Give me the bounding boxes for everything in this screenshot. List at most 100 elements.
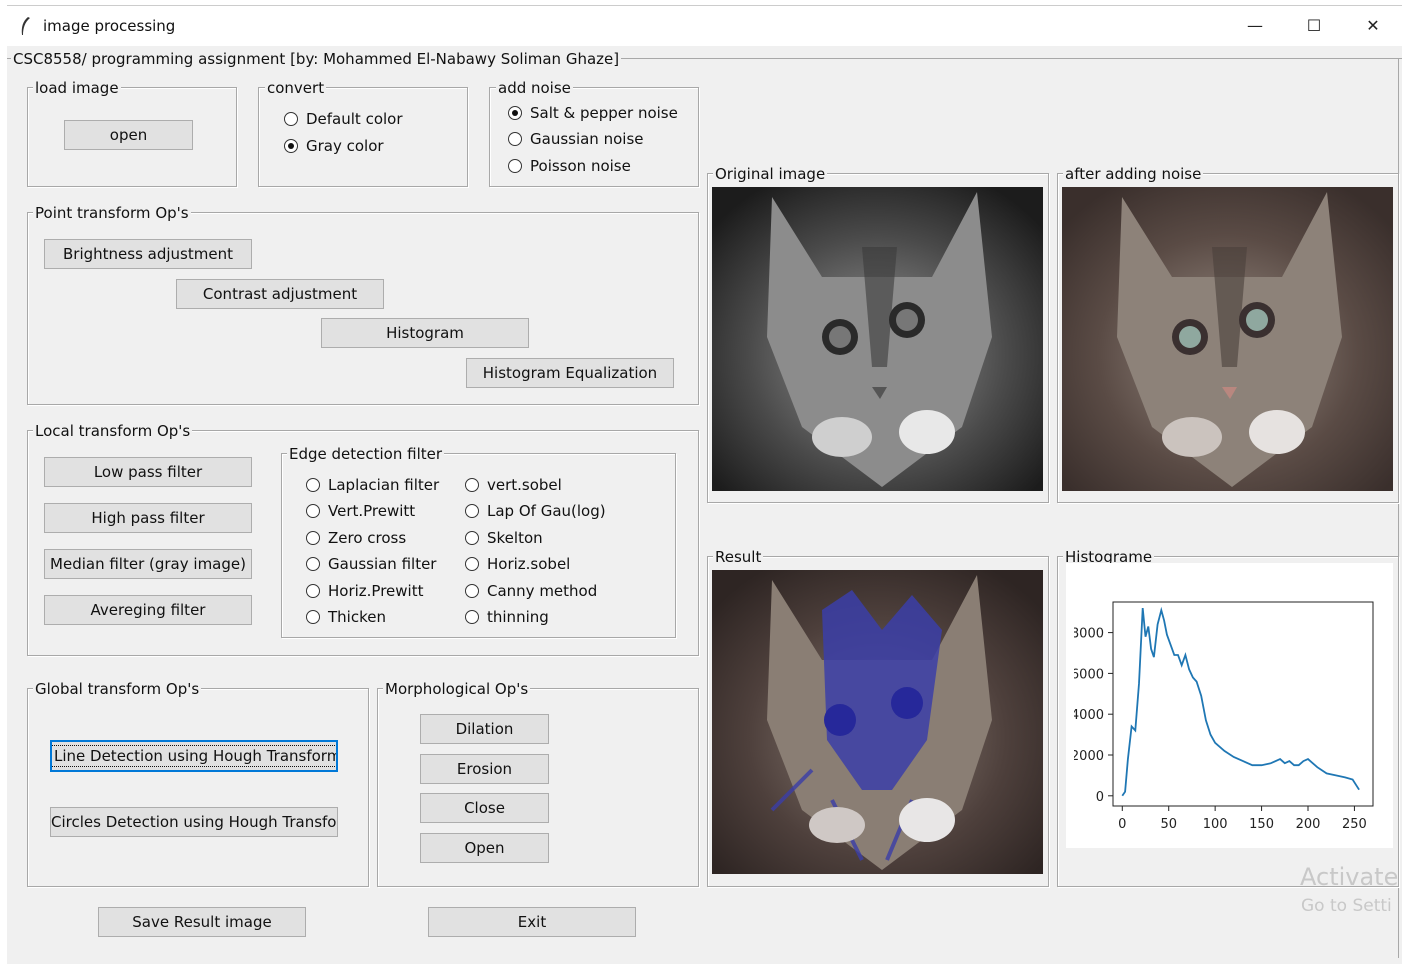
radio-label: thinning <box>487 608 549 626</box>
radio-circle-selected[interactable] <box>508 106 522 120</box>
original-image <box>712 187 1043 491</box>
y-tick-label-0: 0 <box>1096 790 1104 805</box>
radio-circle[interactable] <box>465 504 479 518</box>
line-detection-button[interactable]: Line Detection using Hough Transform <box>50 740 338 772</box>
main-frame-label: CSC8558/ programming assignment [by: Moh… <box>11 50 622 68</box>
button-label: Line Detection using Hough Transform <box>52 745 336 767</box>
radio-horiz-prewitt[interactable]: Horiz.Prewitt <box>306 581 423 601</box>
add-noise-label: add noise <box>496 79 573 97</box>
convert-label: convert <box>265 79 327 97</box>
high-pass-button[interactable]: High pass filter <box>44 503 252 533</box>
open-button[interactable]: open <box>64 120 193 150</box>
radio-circle[interactable] <box>284 112 298 126</box>
radio-label: Horiz.Prewitt <box>328 582 424 600</box>
radio-circle[interactable] <box>465 531 479 545</box>
radio-canny[interactable]: Canny method <box>465 581 597 601</box>
histogram-series-line <box>1121 606 1360 797</box>
radio-skelton[interactable]: Skelton <box>465 528 543 548</box>
radio-circle[interactable] <box>465 478 479 492</box>
radio-gaussian-filter[interactable]: Gaussian filter <box>306 554 436 574</box>
contrast-button[interactable]: Contrast adjustment <box>176 279 384 309</box>
result-label: Result <box>713 548 764 566</box>
left-crop <box>1066 563 1074 848</box>
radio-circle[interactable] <box>508 159 522 173</box>
brightness-button[interactable]: Brightness adjustment <box>44 239 252 269</box>
radio-label: Salt & pepper noise <box>530 104 678 122</box>
radio-label: Gaussian noise <box>530 130 644 148</box>
histogram-button[interactable]: Histogram <box>321 318 529 348</box>
dilation-button[interactable]: Dilation <box>420 714 549 744</box>
radio-vert-prewitt[interactable]: Vert.Prewitt <box>306 501 415 521</box>
y-tick-label-2000: 2000 <box>1071 749 1104 764</box>
radio-thicken[interactable]: Thicken <box>306 607 386 627</box>
title-bar: image processing — ☐ ✕ <box>7 6 1402 46</box>
radio-label: Canny method <box>487 582 598 600</box>
radio-thinning[interactable]: thinning <box>465 607 549 627</box>
y-tick-label-8000: 8000 <box>1071 627 1104 642</box>
radio-circle[interactable] <box>306 531 320 545</box>
y-tick-label-6000: 6000 <box>1071 667 1104 682</box>
radio-label: Gaussian filter <box>328 555 437 573</box>
activate-watermark: Activate <box>1300 863 1399 891</box>
morphological-label: Morphological Op's <box>383 680 531 698</box>
noise-image <box>1062 187 1393 491</box>
radio-circle[interactable] <box>465 584 479 598</box>
close-icon[interactable]: ✕ <box>1350 10 1396 42</box>
radio-label: Default color <box>306 110 403 128</box>
averaging-filter-button[interactable]: Avereging filter <box>44 595 252 625</box>
radio-circle[interactable] <box>465 557 479 571</box>
radio-vert-sobel[interactable]: vert.sobel <box>465 475 562 495</box>
radio-laplacian[interactable]: Laplacian filter <box>306 475 439 495</box>
radio-label: Thicken <box>328 608 386 626</box>
point-transform-label: Point transform Op's <box>33 204 191 222</box>
radio-circle[interactable] <box>306 504 320 518</box>
minimize-icon[interactable]: — <box>1232 10 1278 42</box>
y-tick-label-4000: 4000 <box>1071 708 1104 723</box>
radio-label: vert.sobel <box>487 476 562 494</box>
radio-default-color[interactable]: Default color <box>284 109 403 129</box>
result-image <box>712 570 1043 874</box>
edge-detection-label: Edge detection filter <box>287 445 445 463</box>
load-image-label: load image <box>33 79 121 97</box>
noise-image-label: after adding noise <box>1063 165 1204 183</box>
settings-watermark: Go to Setti <box>1301 896 1392 916</box>
radio-circle[interactable] <box>306 610 320 624</box>
feather-icon <box>21 17 30 35</box>
x-tick-label-250: 250 <box>1342 817 1367 832</box>
histogram-svg: 0 50 100 150 200 250 0 2000 4000 6000 8000 <box>1066 563 1374 848</box>
maximize-icon[interactable]: ☐ <box>1291 10 1337 42</box>
x-tick-label-50: 50 <box>1160 817 1177 832</box>
radio-salt-pepper[interactable]: Salt & pepper noise <box>508 103 678 123</box>
radio-label: Laplacian filter <box>328 476 440 494</box>
median-filter-button[interactable]: Median filter (gray image) <box>44 549 252 579</box>
radio-circle[interactable] <box>508 132 522 146</box>
global-transform-label: Global transform Op's <box>33 680 202 698</box>
exit-button[interactable]: Exit <box>428 907 636 937</box>
x-tick-label-0: 0 <box>1118 817 1126 832</box>
radio-label: Skelton <box>487 529 543 547</box>
low-pass-button[interactable]: Low pass filter <box>44 457 252 487</box>
radio-zero-cross[interactable]: Zero cross <box>306 528 406 548</box>
local-transform-label: Local transform Op's <box>33 422 193 440</box>
radio-label: Lap Of Gau(log) <box>487 502 606 520</box>
radio-circle[interactable] <box>465 610 479 624</box>
radio-circle-selected[interactable] <box>284 139 298 153</box>
histogram-equalization-button[interactable]: Histogram Equalization <box>466 358 674 388</box>
radio-circle[interactable] <box>306 584 320 598</box>
radio-poisson-noise[interactable]: Poisson noise <box>508 156 631 176</box>
radio-circle[interactable] <box>306 478 320 492</box>
close-button[interactable]: Close <box>420 793 549 823</box>
radio-label: Zero cross <box>328 529 407 547</box>
circles-detection-button[interactable]: Circles Detection using Hough Transforr <box>50 807 338 837</box>
save-result-button[interactable]: Save Result image <box>98 907 306 937</box>
radio-circle[interactable] <box>306 557 320 571</box>
radio-gaussian-noise[interactable]: Gaussian noise <box>508 129 643 149</box>
original-image-label: Original image <box>713 165 828 183</box>
erosion-button[interactable]: Erosion <box>420 754 549 784</box>
x-tick-label-150: 150 <box>1249 817 1274 832</box>
radio-horiz-sobel[interactable]: Horiz.sobel <box>465 554 570 574</box>
radio-label: Poisson noise <box>530 157 631 175</box>
radio-lap-of-gau[interactable]: Lap Of Gau(log) <box>465 501 606 521</box>
radio-gray-color[interactable]: Gray color <box>284 136 384 156</box>
open-morph-button[interactable]: Open <box>420 833 549 863</box>
